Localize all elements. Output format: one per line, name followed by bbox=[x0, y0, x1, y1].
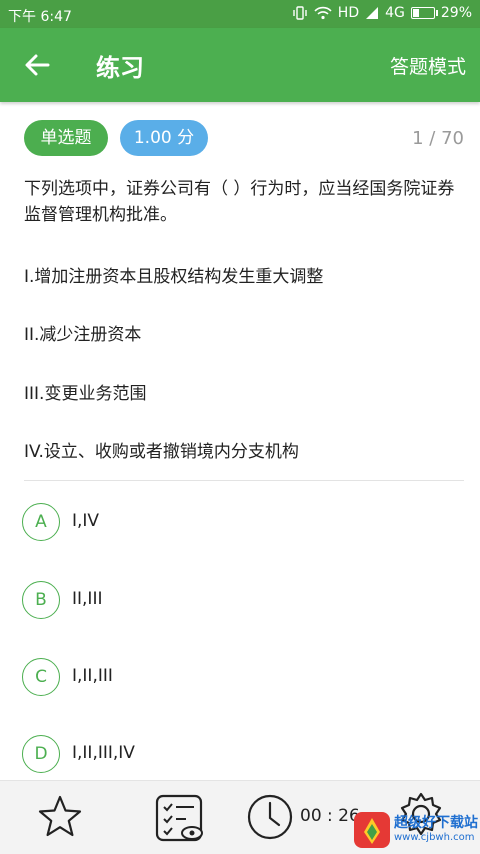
signal-icon bbox=[366, 7, 379, 19]
back-arrow-icon[interactable] bbox=[22, 50, 52, 80]
watermark-title: 超级好下载站 bbox=[394, 815, 478, 831]
statement-3: III.变更业务范围 bbox=[24, 384, 147, 404]
battery-icon bbox=[410, 7, 438, 19]
question-type-badge: 单选题 bbox=[24, 120, 108, 156]
status-indicators: HD 4G 29% bbox=[292, 5, 472, 21]
wifi-icon bbox=[314, 6, 332, 20]
battery-percent: 29% bbox=[440, 5, 472, 21]
question-progress: 1 / 70 bbox=[412, 128, 464, 149]
status-bar: 下午 6:47 HD 4G 29% bbox=[0, 0, 480, 28]
divider bbox=[24, 480, 464, 481]
option-d-letter: D bbox=[22, 735, 60, 773]
option-c[interactable]: C I,II,III bbox=[22, 658, 442, 698]
answer-sheet-icon[interactable] bbox=[154, 793, 206, 845]
statement-2: II.减少注册资本 bbox=[24, 325, 142, 345]
score-badge: 1.00 分 bbox=[120, 120, 208, 156]
vibrate-icon bbox=[293, 6, 307, 20]
network-label: HD bbox=[337, 5, 360, 21]
option-a-letter: A bbox=[22, 503, 60, 541]
option-a[interactable]: A I,IV bbox=[22, 503, 442, 543]
option-d[interactable]: D I,II,III,IV bbox=[22, 735, 442, 775]
option-b[interactable]: B II,III bbox=[22, 581, 442, 621]
watermark-logo-icon bbox=[354, 812, 390, 848]
answer-mode-button[interactable]: 答题模式 bbox=[390, 52, 466, 79]
question-text: 下列选项中，证券公司有（ ）行为时，应当经国务院证券监督管理机构批准。 bbox=[24, 179, 455, 225]
battery-fill bbox=[412, 9, 420, 17]
option-d-text: I,II,III,IV bbox=[72, 743, 135, 763]
clock-icon bbox=[247, 794, 293, 840]
watermark-url: www.cjbwh.com bbox=[394, 832, 475, 843]
option-b-text: II,III bbox=[72, 589, 103, 609]
option-b-letter: B bbox=[22, 581, 60, 619]
app-bar: 练习 答题模式 bbox=[0, 28, 480, 102]
option-c-text: I,II,III bbox=[72, 666, 113, 686]
site-watermark: 超级好下载站 www.cjbwh.com bbox=[350, 808, 480, 853]
star-icon[interactable] bbox=[36, 793, 84, 841]
page-title: 练习 bbox=[96, 54, 144, 82]
signal-type: 4G bbox=[385, 5, 405, 21]
option-c-letter: C bbox=[22, 658, 60, 696]
status-time: 下午 6:47 bbox=[8, 9, 72, 25]
statement-4: IV.设立、收购或者撤销境内分支机构 bbox=[24, 442, 299, 462]
option-a-text: I,IV bbox=[72, 511, 100, 531]
statement-1: I.增加注册资本且股权结构发生重大调整 bbox=[24, 267, 324, 287]
